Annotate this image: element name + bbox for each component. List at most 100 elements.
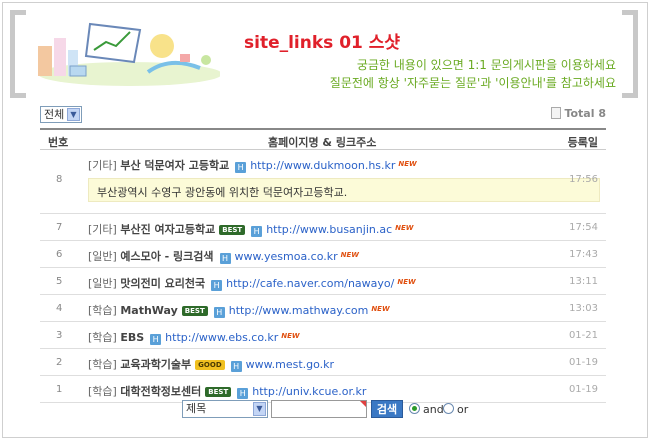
row-category: [기타] — [88, 223, 117, 236]
row-link-line: [일반] 맛의전미 요리천국 Hhttp://cafe.naver.com/naw… — [88, 275, 416, 291]
row-url-link[interactable]: http://www.busanjin.ac — [266, 223, 392, 236]
homepage-link-icon[interactable]: H — [150, 334, 162, 345]
row-site-name[interactable]: 대학전학정보센터 — [120, 385, 201, 398]
row-link-line: [기타] 부산진 여자고등학교 BEST Hhttp://www.busanjin.… — [88, 221, 414, 237]
row-number: 2 — [56, 357, 63, 368]
table-row: 4 [학습] MathWay BEST Hhttp://www.mathway.com… — [40, 295, 606, 322]
row-link-line: [일반] 예스모아 - 링크검색 Hwww.yesmoa.co.kr NEW — [88, 248, 359, 264]
column-header-date: 등록일 — [567, 136, 598, 149]
row-category: [기타] — [88, 159, 117, 172]
new-badge: NEW — [398, 160, 417, 168]
total-count-label: Total 8 — [564, 107, 606, 120]
homepage-link-icon[interactable]: H — [211, 280, 223, 291]
dropdown-arrow-icon: ▼ — [67, 108, 80, 121]
table-header: 번호 홈페이지명 & 링크주소 등록일 — [40, 128, 606, 150]
row-category: [학습] — [88, 358, 117, 371]
row-date: 13:03 — [569, 303, 598, 314]
row-site-name[interactable]: EBS — [120, 331, 144, 344]
row-number: 8 — [56, 174, 63, 185]
good-badge: GOOD — [195, 360, 225, 370]
row-category: [학습] — [88, 304, 117, 317]
row-link-line: [학습] EBS Hhttp://www.ebs.co.kr NEW — [88, 329, 300, 345]
total-count: Total 8 — [551, 107, 606, 120]
links-table: 번호 홈페이지명 & 링크주소 등록일 8 [기타] 부산 덕문여자 고등학교 Hh… — [40, 128, 606, 403]
search-input[interactable] — [271, 400, 367, 418]
or-label: or — [457, 403, 469, 416]
homepage-link-icon[interactable]: H — [213, 307, 225, 318]
row-date: 17:56 — [569, 174, 598, 185]
header-illustration — [38, 22, 220, 86]
row-category: [일반] — [88, 277, 117, 290]
search-button[interactable]: 검색 — [371, 400, 403, 418]
category-filter-select[interactable]: 전체 ▼ — [40, 106, 82, 123]
row-link-line: [학습] 교육과학기술부 GOOD Hwww.mest.go.kr — [88, 356, 334, 372]
table-row: 3 [학습] EBS Hhttp://www.ebs.co.kr NEW 01-21 — [40, 322, 606, 349]
input-corner-marker — [360, 401, 366, 407]
row-link-line: [기타] 부산 덕문여자 고등학교 Hhttp://www.dukmoon.hs.… — [88, 157, 417, 173]
best-badge: BEST — [181, 306, 208, 316]
row-site-name[interactable]: 교육과학기술부 — [120, 358, 191, 371]
row-site-name[interactable]: 부산진 여자고등학교 — [120, 223, 215, 236]
homepage-link-icon[interactable]: H — [230, 361, 242, 372]
row-site-name[interactable]: 부산 덕문여자 고등학교 — [120, 159, 229, 172]
row-site-name[interactable]: 맛의전미 요리천국 — [120, 277, 205, 290]
table-row: 2 [학습] 교육과학기술부 GOOD Hwww.mest.go.kr 01-19 — [40, 349, 606, 376]
row-url-link[interactable]: www.yesmoa.co.kr — [235, 250, 338, 263]
row-date: 17:54 — [569, 222, 598, 233]
row-category: [일반] — [88, 250, 117, 263]
list-toolbar: 전체 ▼ Total 8 — [40, 106, 606, 124]
dropdown-arrow-icon: ▼ — [253, 402, 266, 416]
row-number: 4 — [56, 303, 63, 314]
homepage-link-icon[interactable]: H — [237, 388, 249, 399]
table-row: 8 [기타] 부산 덕문여자 고등학교 Hhttp://www.dukmoon.hs… — [40, 150, 606, 214]
row-number: 7 — [56, 222, 63, 233]
row-category: [학습] — [88, 385, 117, 398]
search-field-select[interactable]: 제목 ▼ — [182, 400, 268, 418]
row-url-link[interactable]: http://www.ebs.co.kr — [165, 331, 278, 344]
row-number: 5 — [56, 276, 63, 287]
notice-line-1: 궁금한 내용이 있으면 1:1 문의게시판을 이용하세요 — [356, 58, 616, 72]
board-header: site_links 01 스샷 궁금한 내용이 있으면 1:1 문의게시판을 … — [10, 10, 638, 98]
row-url-link[interactable]: www.mest.go.kr — [246, 358, 334, 371]
row-date: 13:11 — [569, 276, 598, 287]
new-badge: NEW — [340, 251, 360, 259]
row-url-link[interactable]: http://www.mathway.com — [229, 304, 369, 317]
row-date: 01-19 — [568, 357, 598, 368]
or-radio[interactable] — [443, 403, 454, 414]
column-header-number: 번호 — [48, 136, 69, 149]
column-header-site: 홈페이지명 & 링크주소 — [268, 136, 377, 149]
table-row: 1 [학습] 대학전학정보센터 BEST Hhttp://univ.kcue.or.k… — [40, 376, 606, 403]
row-link-line: [학습] MathWay BEST Hhttp://www.mathway.com N… — [88, 302, 390, 318]
notice-line-2: 질문전에 항상 '자주묻는 질문'과 '이용안내'를 참고하세요 — [329, 76, 616, 90]
right-bracket-decoration — [622, 10, 638, 98]
new-badge: NEW — [395, 224, 414, 232]
row-category: [학습] — [88, 331, 117, 344]
page-title: site_links 01 스샷 — [244, 33, 401, 53]
row-date: 01-19 — [568, 384, 598, 395]
homepage-link-icon[interactable]: H — [235, 162, 247, 173]
homepage-link-icon[interactable]: H — [219, 253, 231, 264]
and-radio[interactable] — [409, 403, 420, 414]
row-site-name[interactable]: MathWay — [120, 304, 177, 317]
row-number: 6 — [56, 249, 63, 260]
search-field-value: 제목 — [186, 402, 207, 415]
table-row: 7 [기타] 부산진 여자고등학교 BEST Hhttp://www.busanjin… — [40, 214, 606, 241]
new-badge: NEW — [371, 305, 390, 313]
best-badge: BEST — [205, 387, 232, 397]
homepage-link-icon[interactable]: H — [251, 226, 263, 237]
document-icon — [551, 107, 562, 119]
row-link-line: [학습] 대학전학정보센터 BEST Hhttp://univ.kcue.or.kr — [88, 383, 366, 399]
new-badge: NEW — [281, 332, 300, 340]
and-label: and — [423, 403, 444, 416]
row-number: 1 — [56, 384, 63, 395]
table-row: 5 [일반] 맛의전미 요리천국 Hhttp://cafe.naver.com/na… — [40, 268, 606, 295]
table-row: 6 [일반] 예스모아 - 링크검색 Hwww.yesmoa.co.kr NEW 17:… — [40, 241, 606, 268]
best-badge: BEST — [219, 225, 246, 235]
new-badge: NEW — [397, 278, 416, 286]
row-url-link[interactable]: http://cafe.naver.com/nawayo/ — [226, 277, 394, 290]
row-site-name[interactable]: 예스모아 - 링크검색 — [120, 250, 213, 263]
row-date: 01-21 — [568, 330, 598, 341]
row-url-link[interactable]: http://www.dukmoon.hs.kr — [250, 159, 395, 172]
row-date: 17:43 — [569, 249, 598, 260]
row-url-link[interactable]: http://univ.kcue.or.kr — [252, 385, 366, 398]
